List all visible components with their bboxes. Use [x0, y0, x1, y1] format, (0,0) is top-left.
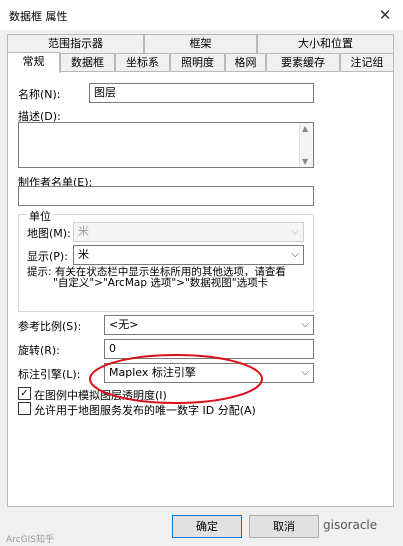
tab-general[interactable]: 常规 [7, 52, 60, 73]
properties-dialog: 数据框 属性 ✕ 范围指示器 框架 大小和位置 常规 数据框 坐标系 照明度 格… [0, 0, 403, 546]
annotation-ellipse [89, 354, 263, 404]
watermark-left: ArcGIS知乎 [6, 535, 54, 545]
ok-button[interactable]: 确定 [172, 515, 242, 538]
cancel-button[interactable]: 取消 [249, 515, 319, 538]
watermark-right: gisoracle [323, 518, 378, 532]
highlight-ellipse [89, 354, 263, 404]
